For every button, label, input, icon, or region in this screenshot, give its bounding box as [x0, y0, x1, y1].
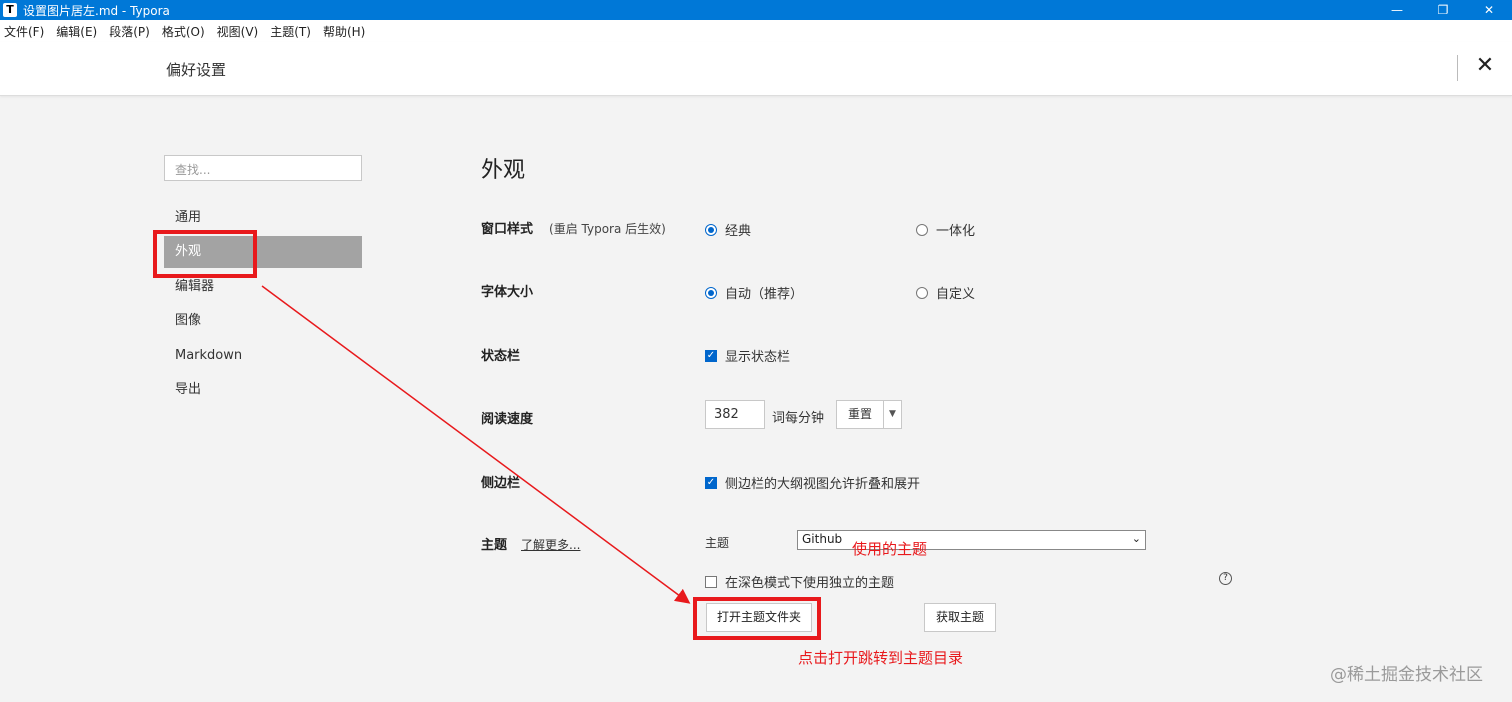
window-title: 设置图片居左.md - Typora [23, 3, 170, 18]
sidebar-outline-collapse-checkbox[interactable]: ✓ 侧边栏的大纲视图允许折叠和展开 [705, 473, 920, 492]
reading-speed-input[interactable]: 382 [705, 400, 765, 429]
menu-view[interactable]: 视图(V) [217, 23, 259, 40]
font-size-custom-radio[interactable]: 自定义 [916, 283, 975, 302]
chevron-down-icon: ⌄ [1131, 532, 1141, 545]
learn-more-link[interactable]: 了解更多... [521, 538, 580, 552]
annotation-theme-used: 使用的主题 [852, 540, 928, 558]
sidebar-item-markdown[interactable]: Markdown [164, 340, 362, 372]
radio-unselected-icon [916, 223, 928, 236]
radio-selected-icon [705, 223, 717, 236]
menu-help[interactable]: 帮助(H) [323, 23, 365, 40]
menu-format[interactable]: 格式(O) [162, 23, 205, 40]
dark-mode-theme-checkbox[interactable]: 在深色模式下使用独立的主题 [705, 572, 894, 591]
close-icon[interactable]: ✕ [1473, 53, 1497, 79]
menu-paragraph[interactable]: 段落(P) [109, 23, 150, 40]
minimize-button[interactable]: — [1374, 0, 1420, 20]
highlight-box-appearance [153, 230, 257, 278]
annotation-click-open: 点击打开跳转到主题目录 [798, 649, 964, 667]
sidebar-item-export[interactable]: 导出 [164, 374, 362, 406]
typora-logo-icon: T [3, 3, 17, 17]
header-divider [1457, 55, 1458, 81]
window-style-classic-radio[interactable]: 经典 [705, 220, 751, 239]
maximize-button[interactable]: ❐ [1420, 0, 1466, 20]
menu-file[interactable]: 文件(F) [4, 23, 44, 40]
watermark: @稀土掘金技术社区 [1330, 665, 1483, 685]
sidebar-item-image[interactable]: 图像 [164, 305, 362, 337]
font-size-auto-radio[interactable]: 自动（推荐） [705, 283, 803, 302]
reading-speed-label: 阅读速度 [481, 412, 534, 427]
radio-unselected-icon [916, 286, 928, 299]
theme-select[interactable]: Github ⌄ [797, 530, 1146, 550]
preferences-title: 偏好设置 [166, 61, 227, 79]
menu-edit[interactable]: 编辑(E) [56, 23, 97, 40]
reading-speed-unit: 词每分钟 [772, 411, 825, 426]
font-size-label: 字体大小 [481, 285, 534, 300]
help-icon[interactable]: ? [1219, 572, 1232, 585]
show-status-bar-checkbox[interactable]: ✓ 显示状态栏 [705, 346, 790, 365]
status-bar-label: 状态栏 [481, 349, 521, 364]
window-style-unified-radio[interactable]: 一体化 [916, 220, 975, 239]
reset-button[interactable]: 重置 [836, 400, 884, 429]
theme-select-label: 主题 [705, 536, 730, 550]
title-bar: T 设置图片居左.md - Typora — ❐ ✕ [0, 0, 1512, 20]
checkbox-checked-icon: ✓ [705, 349, 717, 362]
menu-bar: 文件(F) 编辑(E) 段落(P) 格式(O) 视图(V) 主题(T) 帮助(H… [0, 20, 1512, 42]
search-input[interactable]: 查找... [164, 155, 362, 181]
window-close-button[interactable]: ✕ [1466, 0, 1512, 20]
sidebar-option-label: 侧边栏 [481, 476, 521, 491]
section-title: 外观 [481, 158, 526, 183]
window-style-note: (重启 Typora 后生效) [549, 222, 666, 236]
menu-theme[interactable]: 主题(T) [270, 23, 311, 40]
highlight-box-open-folder [693, 597, 821, 640]
theme-label: 主题 了解更多... [481, 538, 581, 553]
reset-dropdown-icon[interactable]: ▼ [883, 400, 902, 429]
checkbox-unchecked-icon [705, 575, 717, 588]
get-themes-button[interactable]: 获取主题 [924, 603, 996, 632]
radio-selected-icon [705, 286, 717, 299]
preferences-header: 偏好设置 ✕ [0, 42, 1512, 96]
window-style-label: 窗口样式 (重启 Typora 后生效) [481, 222, 666, 237]
checkbox-checked-icon: ✓ [705, 476, 717, 489]
